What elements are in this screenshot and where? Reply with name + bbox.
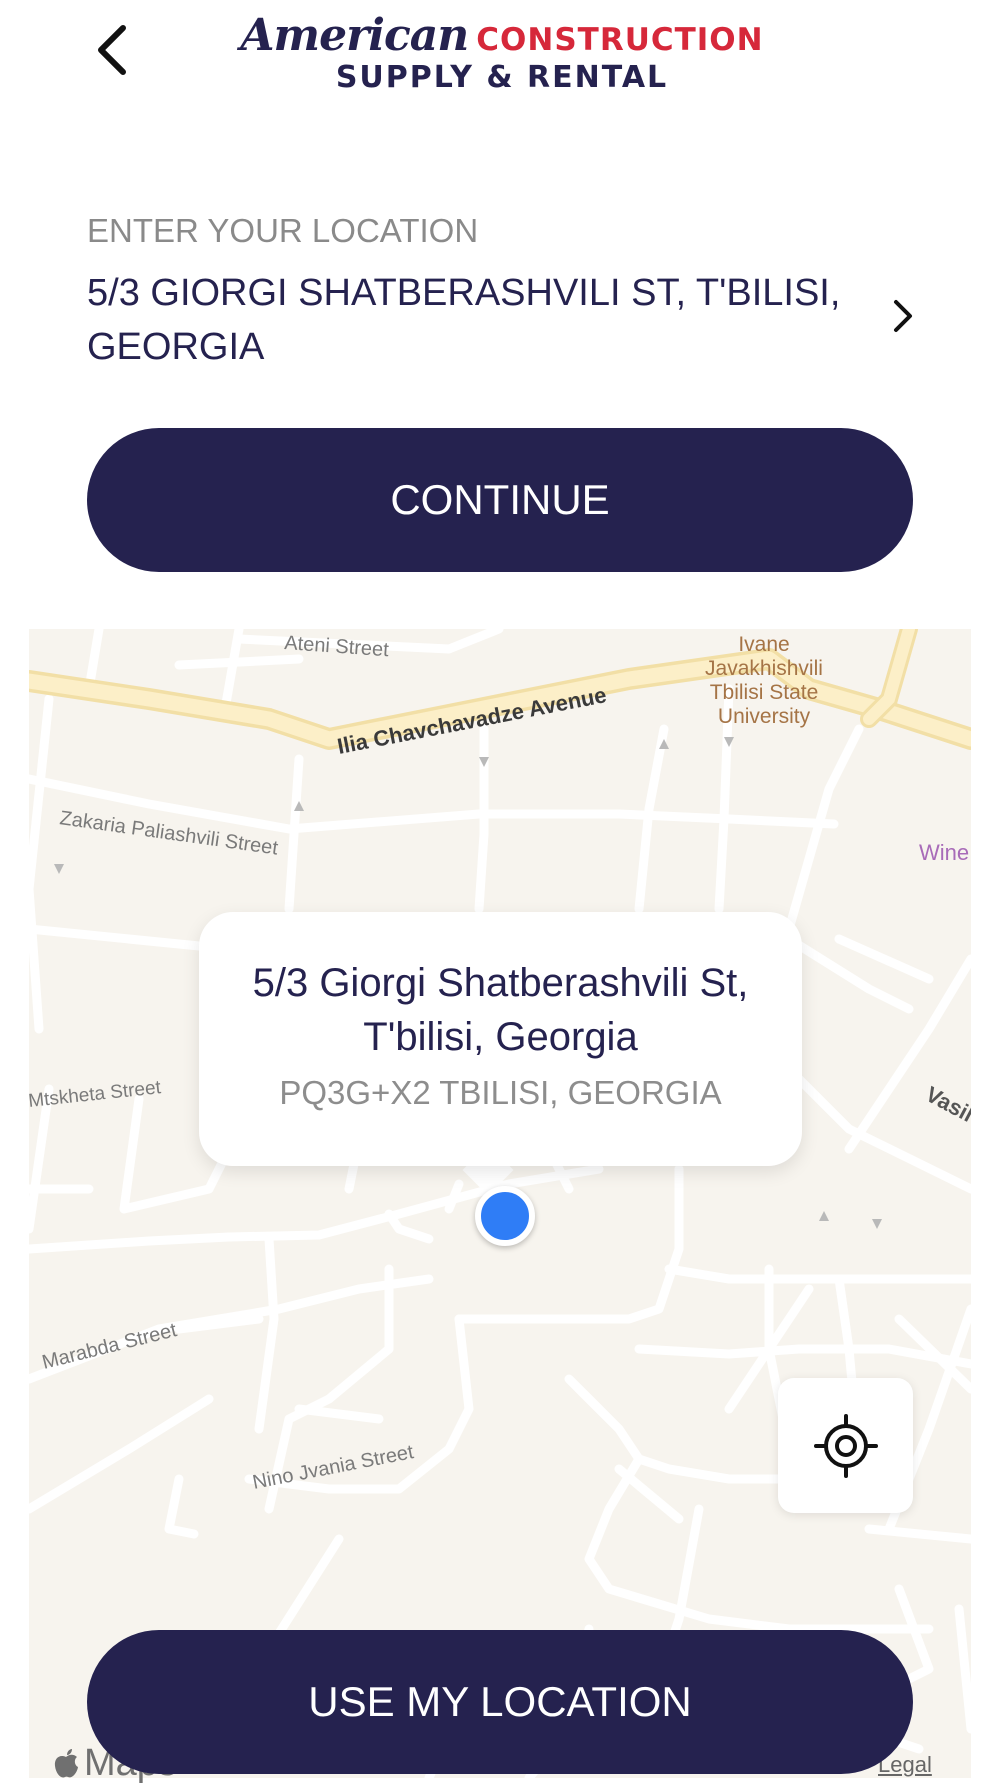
- brand-logo: American CONSTRUCTION SUPPLY & RENTAL: [240, 10, 762, 100]
- svg-text:University: University: [718, 705, 811, 728]
- crosshair-target-icon: [813, 1413, 878, 1478]
- street-label-mtskheta: Mtskheta Street: [29, 1077, 163, 1112]
- location-chevron-button[interactable]: [884, 294, 924, 338]
- svg-text:Javakhishvili: Javakhishvili: [705, 657, 823, 680]
- chevron-left-icon: [98, 25, 126, 75]
- recenter-button[interactable]: [778, 1378, 913, 1513]
- location-value[interactable]: 5/3 GIORGI SHATBERASHVILI ST, T'BILISI, …: [87, 266, 847, 374]
- callout-title: 5/3 Giorgi Shatberashvili St, T'bilisi, …: [252, 961, 749, 1059]
- logo-tagline: SUPPLY & RENTAL: [335, 60, 669, 95]
- back-button[interactable]: [82, 20, 142, 80]
- street-label-paliashvili: Zakaria Paliashvili Street: [58, 807, 279, 859]
- logo-construction-text: CONSTRUCTION: [476, 22, 764, 58]
- logo-script-text: American: [240, 10, 469, 61]
- use-my-location-button[interactable]: USE MY LOCATION: [87, 1630, 913, 1774]
- svg-text:Ivane: Ivane: [738, 633, 789, 656]
- street-label-marabda: Marabda Street: [40, 1319, 180, 1374]
- location-label: ENTER YOUR LOCATION: [87, 212, 479, 249]
- poi-university: Ivane Javakhishvili Tbilisi State Univer…: [705, 633, 823, 728]
- apple-logo-icon: [54, 1748, 78, 1777]
- location-callout: 5/3 Giorgi Shatberashvili St, T'bilisi, …: [199, 912, 802, 1166]
- svg-text:Tbilisi State: Tbilisi State: [710, 681, 819, 704]
- poi-wine: Wine: [919, 840, 969, 865]
- chevron-right-icon: [894, 300, 912, 332]
- street-label-vasil: Vasil: [922, 1081, 971, 1127]
- continue-button[interactable]: CONTINUE: [87, 428, 913, 572]
- location-pin[interactable]: [475, 1186, 535, 1246]
- callout-plus-code: PQ3G+X2 TBILISI, GEORGIA: [279, 1074, 722, 1111]
